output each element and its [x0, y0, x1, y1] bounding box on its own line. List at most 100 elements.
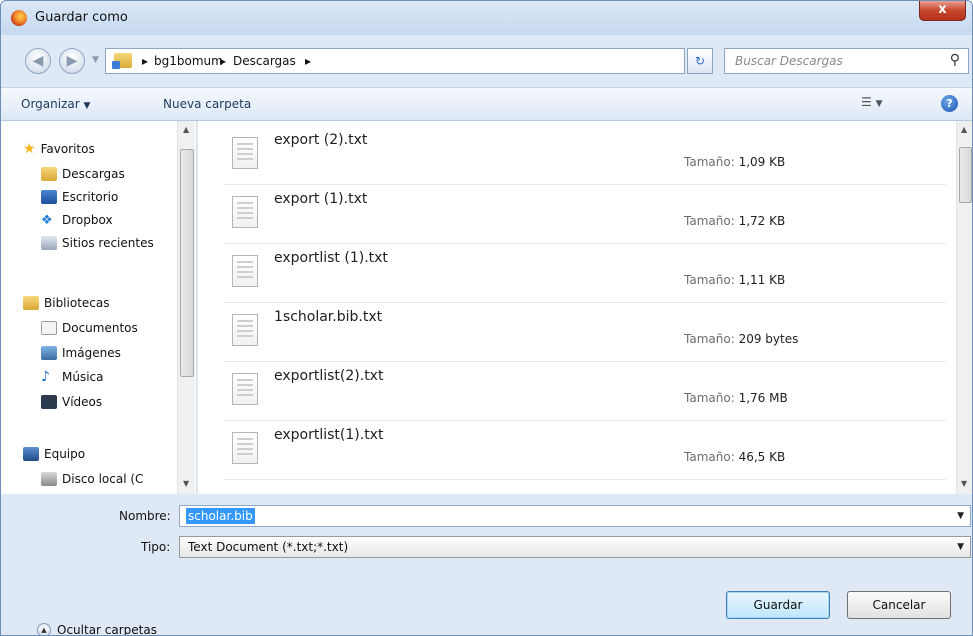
downloads-folder-icon	[41, 167, 57, 181]
address-bar[interactable]: ▸ bg1bomum ▸ Descargas ▸ ▼	[105, 48, 783, 74]
file-size-label: Tamaño:	[684, 332, 735, 346]
scroll-up-icon[interactable]: ▲	[183, 125, 189, 134]
file-row[interactable]: 1scholar.bib.txt Tamaño: 209 bytes	[224, 306, 946, 362]
nav-group-label: Equipo	[44, 447, 86, 461]
downloads-folder-icon	[112, 53, 132, 69]
file-name: exportlist (1).txt	[274, 250, 388, 266]
file-type-value: Text Document (*.txt;*.txt)	[188, 540, 349, 554]
file-size-value: 1,11 KB	[738, 273, 786, 287]
organize-menu[interactable]: Organizar ▼	[21, 97, 90, 111]
dialog-title: Guardar como	[35, 10, 128, 25]
save-as-dialog: Guardar como x ◀ ▶ ▼ ▸ bg1bomum ▸ Descar…	[0, 0, 973, 636]
file-name: exportlist(2).txt	[274, 368, 384, 384]
breadcrumb-user[interactable]: bg1bomum	[154, 54, 223, 68]
file-size: Tamaño: 1,11 KB	[684, 273, 785, 287]
scroll-down-icon[interactable]: ▼	[183, 479, 189, 488]
file-size: Tamaño: 209 bytes	[684, 332, 798, 346]
hide-folders-label: Ocultar carpetas	[57, 623, 157, 636]
nav-group-label: Bibliotecas	[44, 296, 110, 310]
nav-scrollbar[interactable]: ▲ ▼	[177, 121, 195, 494]
file-name: 1scholar.bib.txt	[274, 309, 383, 325]
file-size-label: Tamaño:	[684, 273, 735, 287]
organize-label: Organizar	[21, 97, 80, 111]
breadcrumb-separator[interactable]: ▸	[305, 54, 311, 68]
file-scroll-thumb[interactable]	[959, 147, 972, 203]
scroll-down-icon[interactable]: ▼	[961, 479, 967, 488]
nav-scroll-thumb[interactable]	[180, 149, 194, 377]
refresh-button[interactable]: ↻	[687, 48, 713, 74]
breadcrumb-separator[interactable]: ▸	[142, 54, 148, 68]
forward-button[interactable]: ▶	[59, 48, 85, 74]
firefox-icon	[11, 10, 27, 26]
nav-item-documents[interactable]: Documentos	[41, 318, 138, 338]
nav-item-recent-places[interactable]: Sitios recientes	[41, 233, 154, 253]
forward-arrow-icon: ▶	[66, 53, 78, 69]
file-name-input[interactable]: scholar.bib ▼	[179, 505, 971, 527]
back-button[interactable]: ◀	[25, 48, 51, 74]
close-button[interactable]: x	[919, 1, 966, 21]
file-size: Tamaño: 1,76 MB	[684, 391, 788, 405]
file-size-value: 1,09 KB	[738, 155, 786, 169]
nav-item-label: Sitios recientes	[62, 236, 154, 250]
save-button[interactable]: Guardar	[726, 591, 830, 619]
chevron-down-icon: ▼	[875, 99, 883, 109]
nav-item-label: Imágenes	[62, 346, 121, 360]
file-size-label: Tamaño:	[684, 214, 735, 228]
breadcrumb-separator[interactable]: ▸	[220, 54, 226, 68]
file-size-label: Tamaño:	[684, 450, 735, 464]
file-name: export (2).txt	[274, 132, 368, 148]
computer-icon	[23, 447, 39, 461]
file-row[interactable]: exportlist(2).txt Tamaño: 1,76 MB	[224, 365, 946, 421]
text-file-icon	[232, 432, 258, 464]
file-size: Tamaño: 1,72 KB	[684, 214, 785, 228]
recent-locations-dropdown[interactable]: ▼	[92, 55, 99, 65]
file-type-label: Tipo:	[141, 540, 171, 554]
nav-item-label: Música	[62, 370, 104, 384]
file-row[interactable]: exportlist(1).txt Tamaño: 46,5 KB	[224, 424, 946, 480]
file-size-value: 1,76 MB	[738, 391, 788, 405]
cancel-button[interactable]: Cancelar	[847, 591, 951, 619]
file-list: export (2).txt Tamaño: 1,09 KB export (1).…	[198, 121, 956, 494]
file-row[interactable]: export (2).txt Tamaño: 1,09 KB	[224, 129, 946, 185]
nav-item-label: Documentos	[62, 321, 138, 335]
change-view-button[interactable]: ☰ ▼	[861, 95, 907, 115]
nav-item-desktop[interactable]: Escritorio	[41, 187, 118, 207]
nav-item-local-disk[interactable]: Disco local (C	[41, 469, 143, 489]
search-icon[interactable]: ⚲	[950, 52, 960, 68]
file-row[interactable]: exportlist (1).txt Tamaño: 1,11 KB	[224, 247, 946, 303]
file-name: export (1).txt	[274, 191, 368, 207]
file-scrollbar[interactable]: ▲ ▼	[956, 121, 972, 494]
nav-item-pictures[interactable]: Imágenes	[41, 343, 121, 363]
navigation-pane: ★ Favoritos Descargas Escritorio ❖ Dropb…	[1, 121, 197, 494]
nav-item-music[interactable]: ♪ Música	[41, 367, 104, 387]
star-icon: ★	[23, 141, 36, 157]
desktop-icon	[41, 190, 57, 204]
file-size-label: Tamaño:	[684, 391, 735, 405]
breadcrumb-downloads[interactable]: Descargas	[233, 54, 296, 68]
file-name-value: scholar.bib	[186, 508, 255, 524]
help-icon[interactable]: ?	[941, 95, 958, 112]
file-size-value: 1,72 KB	[738, 214, 786, 228]
local-disk-icon	[41, 472, 57, 486]
nav-item-videos[interactable]: Vídeos	[41, 392, 102, 412]
address-row: ◀ ▶ ▼ ▸ bg1bomum ▸ Descargas ▸ ▼ ↻ Busca…	[1, 45, 972, 79]
music-icon: ♪	[41, 369, 50, 385]
new-folder-button[interactable]: Nueva carpeta	[163, 97, 251, 111]
nav-computer[interactable]: Equipo	[23, 444, 85, 464]
nav-favorites[interactable]: ★ Favoritos	[23, 139, 95, 159]
nav-libraries[interactable]: Bibliotecas	[23, 293, 109, 313]
nav-item-dropbox[interactable]: ❖ Dropbox	[41, 210, 113, 230]
file-type-select[interactable]: Text Document (*.txt;*.txt) ▼	[179, 536, 971, 558]
text-file-icon	[232, 255, 258, 287]
file-row[interactable]: export (1).txt Tamaño: 1,72 KB	[224, 188, 946, 244]
command-toolbar: Organizar ▼ Nueva carpeta ☰ ▼ ?	[1, 87, 972, 121]
text-file-icon	[232, 314, 258, 346]
search-input[interactable]: Buscar Descargas ⚲	[724, 48, 969, 74]
hide-folders-button[interactable]: ▲ Ocultar carpetas	[37, 623, 157, 636]
view-details-icon: ☰	[861, 95, 872, 109]
text-file-icon	[232, 196, 258, 228]
videos-icon	[41, 395, 57, 409]
chevron-down-icon[interactable]: ▼	[957, 511, 964, 521]
scroll-up-icon[interactable]: ▲	[961, 125, 967, 134]
nav-item-downloads[interactable]: Descargas	[41, 164, 125, 184]
